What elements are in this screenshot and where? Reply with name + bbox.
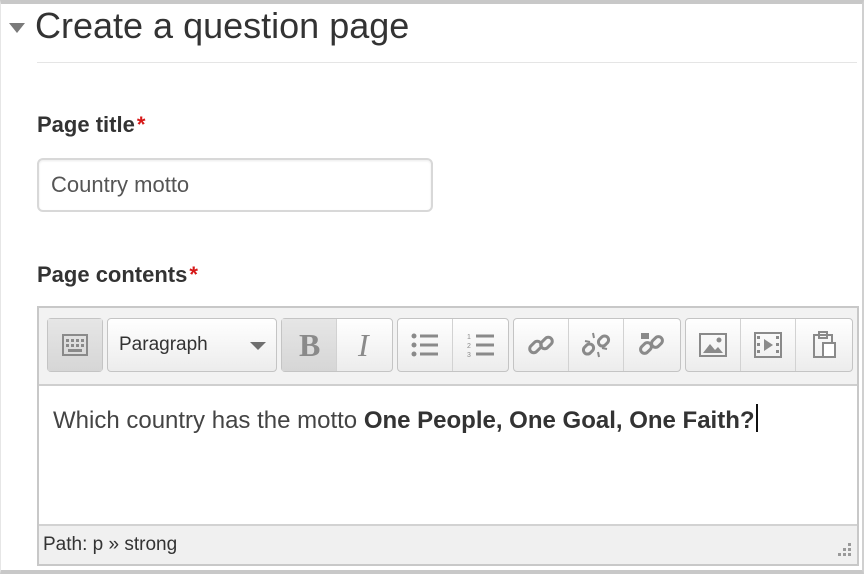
toolbar-group-links — [513, 318, 681, 372]
collapse-caret-icon[interactable] — [9, 23, 25, 33]
toolbar-group-toggle — [47, 318, 103, 372]
image-button[interactable] — [686, 319, 741, 371]
media-button[interactable] — [741, 319, 796, 371]
required-marker: * — [136, 112, 146, 137]
chevron-down-icon — [250, 342, 266, 350]
paste-button[interactable] — [796, 319, 851, 371]
numbered-list-icon: 1 2 3 — [467, 334, 494, 358]
editor-statusbar: Path: p » strong — [39, 524, 857, 564]
required-marker: * — [189, 262, 198, 287]
editor-content-area[interactable]: Which country has the motto One People, … — [53, 404, 847, 435]
italic-button[interactable]: I — [337, 319, 392, 371]
image-icon — [699, 333, 727, 357]
toolbar-group-lists: 1 2 3 — [397, 318, 509, 372]
manage-files-button[interactable] — [624, 319, 679, 371]
toolbar-toggle-icon — [62, 334, 88, 356]
text-cursor — [755, 404, 758, 432]
page-title-label: Page title* — [37, 112, 145, 138]
toolbar-toggle-button[interactable] — [48, 319, 102, 371]
unlink-button[interactable] — [569, 319, 624, 371]
svg-text:B: B — [299, 330, 320, 360]
page-title-input[interactable] — [37, 158, 433, 212]
svg-text:2: 2 — [467, 343, 471, 350]
rich-text-editor: Paragraph B I 1 2 3 Which country has th… — [37, 306, 859, 566]
bold-button[interactable]: B — [282, 319, 337, 371]
svg-text:1: 1 — [467, 334, 471, 341]
resize-grip-icon[interactable] — [831, 538, 853, 560]
toolbar-group-style: B I — [281, 318, 393, 372]
link-icon — [528, 335, 554, 355]
bold-icon: B — [299, 330, 320, 360]
section-title: Create a question page — [35, 5, 410, 46]
section-header[interactable]: Create a question page — [9, 5, 410, 46]
paragraph-format-value: Paragraph — [119, 334, 208, 355]
unlink-icon — [581, 332, 611, 358]
editor-bold-text: One People, One Goal, One Faith? — [363, 407, 755, 434]
paste-icon — [812, 331, 836, 358]
bullet-list-button[interactable] — [398, 319, 453, 371]
form-section: Create a question page Page title* Page … — [0, 0, 864, 574]
manage-files-icon — [638, 333, 664, 355]
paragraph-format-select[interactable]: Paragraph — [107, 318, 277, 372]
editor-toolbar: Paragraph B I 1 2 3 — [39, 308, 857, 386]
bullet-list-icon — [411, 333, 438, 357]
page-title-label-text: Page title — [37, 112, 135, 137]
editor-text: Which country has the motto — [53, 407, 364, 434]
page-contents-label-text: Page contents — [37, 262, 188, 287]
section-divider — [37, 62, 857, 63]
numbered-list-button[interactable]: 1 2 3 — [453, 319, 508, 371]
link-button[interactable] — [514, 319, 569, 371]
toolbar-group-media — [685, 318, 853, 372]
svg-text:3: 3 — [467, 352, 471, 358]
italic-icon: I — [357, 330, 370, 360]
svg-text:I: I — [357, 330, 370, 360]
page-contents-label: Page contents* — [37, 262, 198, 288]
element-path: Path: p » strong — [43, 534, 178, 555]
media-icon — [754, 332, 782, 358]
